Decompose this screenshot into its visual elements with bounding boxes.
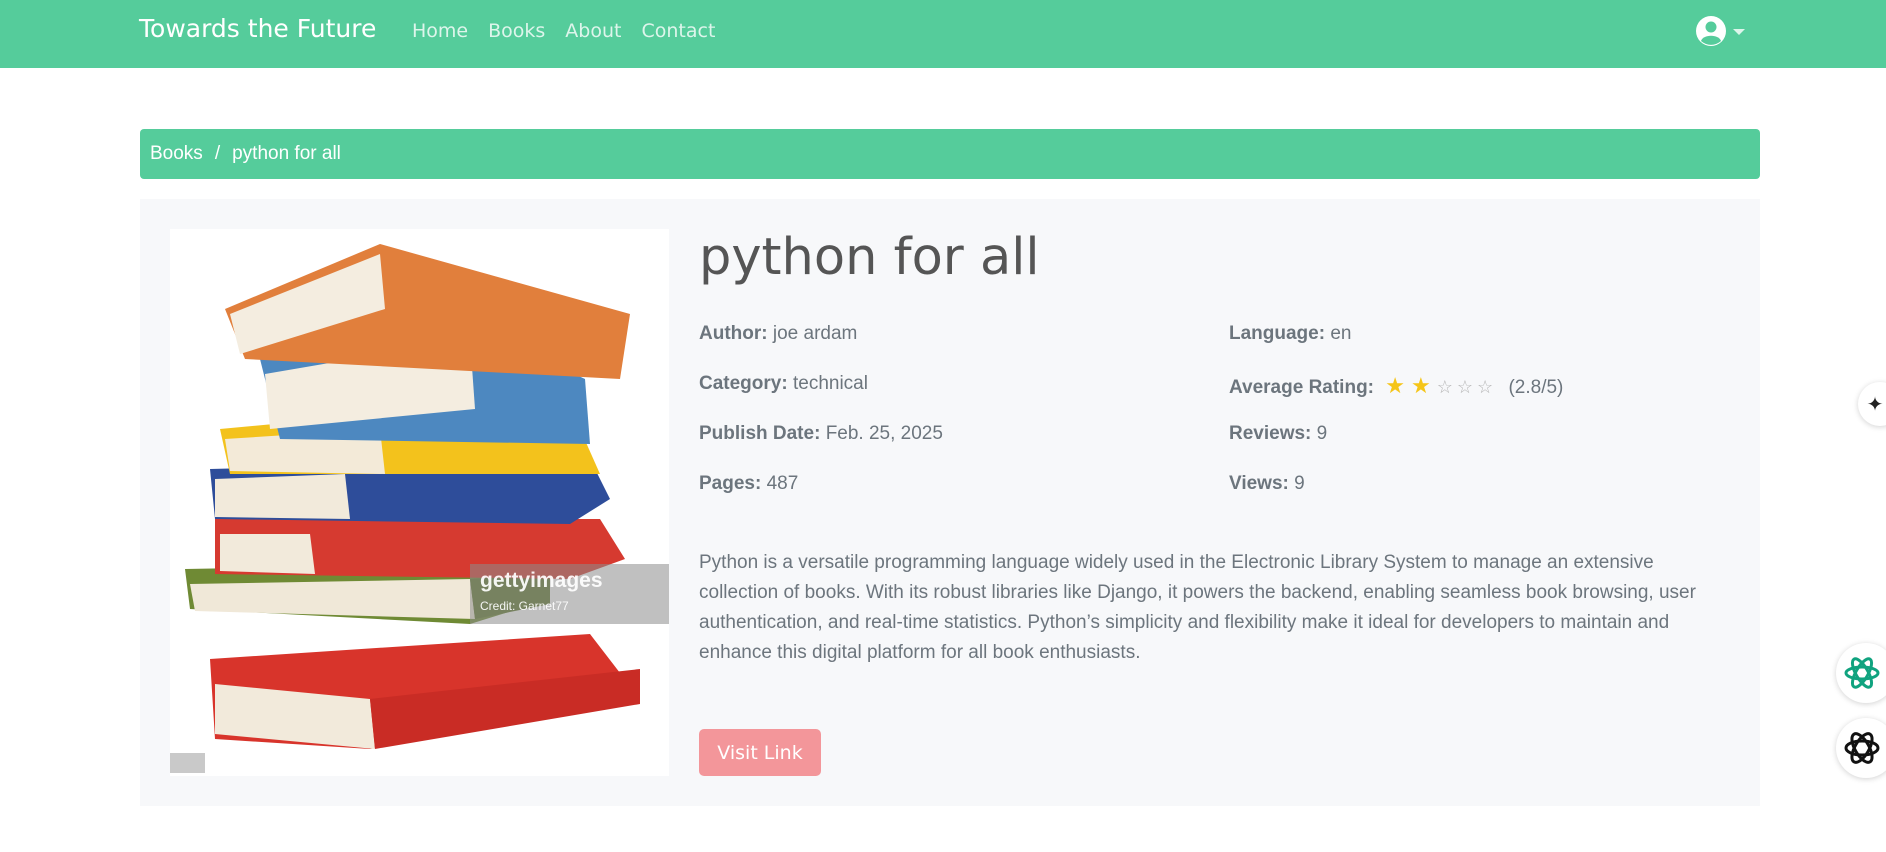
language-label: Language: [1229,323,1326,344]
views-row: Views: 9 [1229,473,1305,495]
publish-date-row: Publish Date: Feb. 25, 2025 [699,423,943,445]
breadcrumb-separator: / [214,143,221,164]
author-row: Author: joe ardam [699,323,857,345]
pages-row: Pages: 487 [699,473,798,495]
sparkle-fab[interactable]: ✦ [1858,382,1886,426]
category-label: Category: [699,373,788,394]
rating-row: Average Rating: ★ ★ ☆ ☆ ☆ (2.8/5) [1229,373,1563,399]
author-value: joe ardam [772,323,858,344]
corner-watermark [170,753,205,773]
language-value: en [1330,323,1352,344]
author-label: Author: [699,323,768,344]
reviews-row: Reviews: 9 [1229,423,1327,445]
publish-date-value: Feb. 25, 2025 [825,423,943,444]
star-empty-icon: ☆ [1456,377,1474,397]
category-row: Category: technical [699,373,868,395]
pages-value: 487 [766,473,799,494]
rating-text: (2.8/5) [1508,377,1564,398]
breadcrumb-current: python for all [232,143,341,164]
breadcrumb-books-link[interactable]: Books [150,143,203,165]
book-cover-image: gettyimages Credit: Garnet77 [170,229,669,776]
views-value: 9 [1294,473,1305,494]
nav-link-books[interactable]: Books [488,20,545,42]
openai-icon [1844,732,1880,764]
top-navbar: Towards the Future Home Books About Cont… [0,0,1886,68]
star-empty-icon: ☆ [1477,377,1494,397]
rating-label: Average Rating: [1229,377,1374,398]
reviews-value: 9 [1316,423,1328,444]
user-menu-toggle[interactable] [1695,14,1751,48]
user-circle-icon [1696,16,1726,46]
openai-fab[interactable] [1836,718,1886,778]
visit-link-button[interactable]: Visit Link [699,729,821,776]
chevron-down-icon [1733,29,1745,35]
category-value: technical [792,373,868,394]
sparkle-icon: ✦ [1866,392,1884,416]
star-filled-icon: ★ [1385,373,1406,398]
star-empty-icon: ☆ [1436,377,1453,397]
breadcrumb: Books / python for all [140,129,1760,179]
views-label: Views: [1229,473,1289,494]
book-description: Python is a versatile programming langua… [699,552,1696,663]
reviews-label: Reviews: [1229,423,1312,444]
book-title: python for all [699,228,1040,287]
chatgpt-icon [1844,657,1880,689]
language-row: Language: en [1229,323,1351,345]
star-filled-icon: ★ [1411,373,1431,398]
nav-link-home[interactable]: Home [412,20,468,42]
nav-link-about[interactable]: About [565,20,621,42]
chatgpt-fab[interactable] [1836,643,1886,703]
publish-date-label: Publish Date: [699,423,821,444]
pages-label: Pages: [699,473,762,494]
rating-stars: ★ ★ ☆ ☆ ☆ [1385,373,1497,399]
nav-link-contact[interactable]: Contact [641,20,715,42]
brand-link[interactable]: Towards the Future [139,14,376,43]
nav-links: Home Books About Contact [412,20,715,42]
book-stack-cover-image [185,244,640,749]
watermark-credit: Credit: Garnet77 [480,599,569,613]
watermark-logo: gettyimages [480,569,603,592]
